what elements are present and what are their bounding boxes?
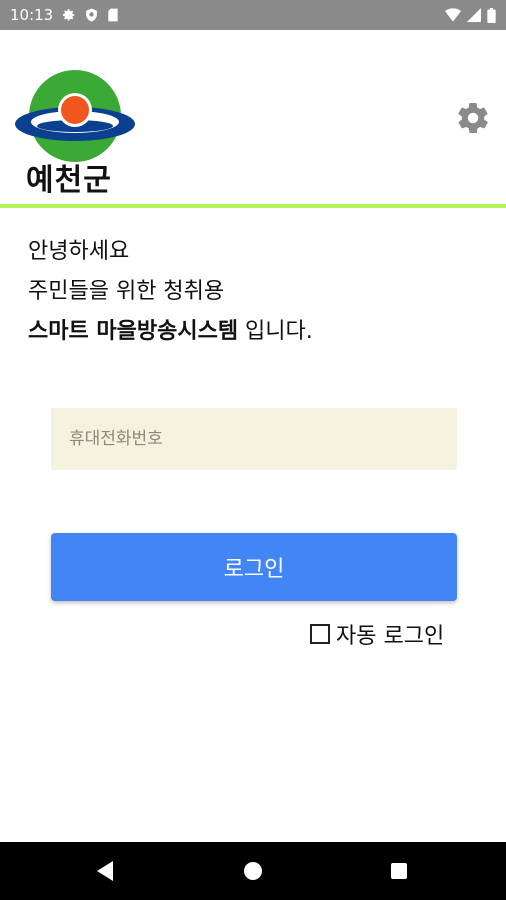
sim-card-icon [107,8,119,22]
settings-button[interactable] [455,100,491,136]
wifi-icon [445,8,461,22]
greeting-rest-text: 입니다. [238,319,313,344]
recents-icon [391,863,407,879]
home-button[interactable] [238,856,268,886]
shield-icon [85,8,98,22]
settings-icon [62,8,76,22]
greeting-line-2: 주민들을 위한 청취용 [28,279,225,304]
status-time: 10:13 [10,6,54,24]
greeting-line-3: 스마트 마을방송시스템 입니다. [28,312,313,352]
status-right [445,7,496,23]
auto-login-checkbox[interactable] [310,624,330,644]
navigation-bar [0,842,506,900]
recents-button[interactable] [384,856,414,886]
phone-number-input[interactable] [51,408,457,470]
auto-login-option[interactable]: 자동 로그인 [310,618,444,650]
greeting-text: 안녕하세요 주민들을 위한 청취용 스마트 마을방송시스템 입니다. [28,232,313,352]
status-bar: 10:13 [0,0,506,30]
login-button[interactable]: 로그인 [51,533,457,601]
signal-icon [467,8,481,22]
header: 예천군 [0,30,506,208]
header-divider [0,204,506,208]
status-left: 10:13 [10,6,119,24]
logo-text: 예천군 [26,163,112,198]
home-icon [244,862,262,880]
battery-icon [487,7,496,23]
greeting-line-1: 안녕하세요 [28,239,130,264]
auto-login-label: 자동 로그인 [336,624,445,649]
greeting-bold-text: 스마트 마을방송시스템 [28,319,239,344]
gear-icon [458,102,488,134]
back-button[interactable] [90,856,120,886]
back-icon [97,861,113,881]
